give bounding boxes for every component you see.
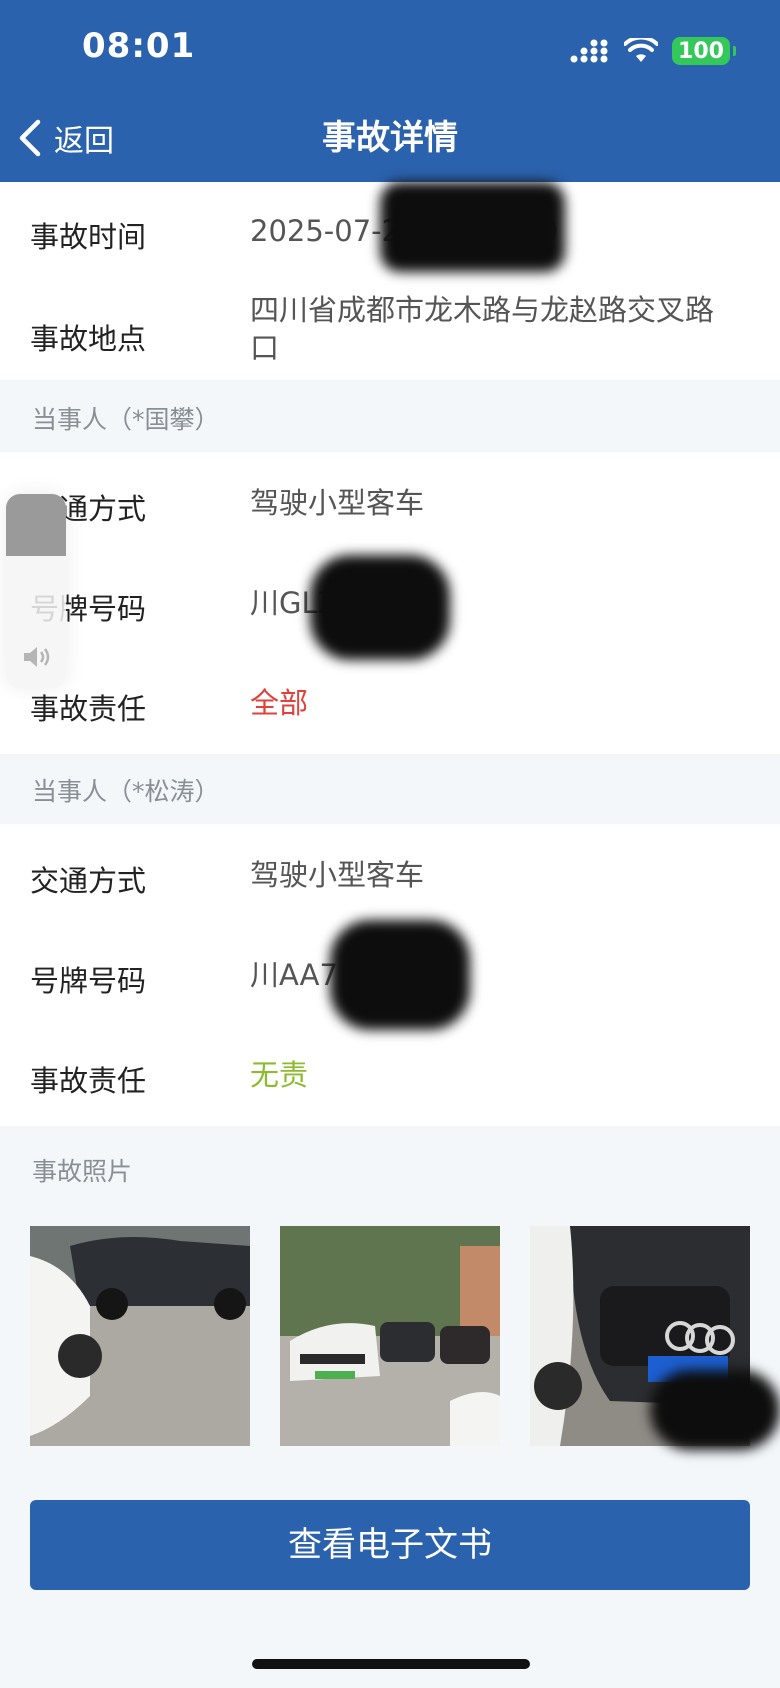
party-2-plate-value: 川AA7	[250, 958, 338, 992]
accident-photos	[30, 1226, 750, 1446]
party-2-transport-label: 交通方式	[30, 864, 147, 898]
party-2-responsibility-row: 事故责任 无责	[0, 1024, 780, 1124]
party-1-responsibility-row: 事故责任 全部	[0, 652, 780, 752]
party-2-responsibility-value: 无责	[250, 1058, 309, 1092]
party-2-transport-value: 驾驶小型客车	[250, 858, 425, 892]
volume-level-fill	[6, 494, 66, 557]
party-2-header: 当事人（*松涛）	[0, 754, 780, 824]
photos-header-text: 事故照片	[32, 1157, 133, 1186]
app-header: 08:01 100 返回 事故详情	[0, 0, 780, 182]
view-document-button[interactable]: 查看电子文书	[30, 1500, 750, 1590]
accident-time-label: 事故时间	[30, 220, 147, 254]
party-1-responsibility-value: 全部	[250, 686, 309, 720]
home-indicator[interactable]	[252, 1659, 530, 1669]
page-title: 事故详情	[322, 118, 458, 158]
redaction-mark-photo	[650, 1370, 780, 1450]
party-1-transport-row: 交通方式 驾驶小型客车	[0, 452, 780, 552]
redaction-mark-plate-2	[330, 920, 470, 1030]
party-2-header-text: 当事人（*松涛）	[32, 777, 220, 806]
accident-location-value: 四川省成都市龙木路与龙赵路交叉路口	[250, 293, 715, 365]
party-2-responsibility-label: 事故责任	[30, 1064, 147, 1098]
battery-indicator: 100	[672, 37, 736, 65]
party-1-responsibility-label: 事故责任	[30, 692, 147, 726]
cellular-signal-icon	[570, 39, 608, 63]
party-1-header: 当事人（*国攀）	[0, 382, 780, 452]
party-1-transport-value: 驾驶小型客车	[250, 486, 425, 520]
speaker-icon	[24, 647, 50, 667]
accident-location-label: 事故地点	[30, 322, 147, 356]
wifi-icon	[624, 38, 658, 62]
party-2-transport-row: 交通方式 驾驶小型客车	[0, 824, 780, 924]
status-icons: 100	[570, 34, 736, 68]
status-time: 08:01	[82, 26, 196, 66]
accident-photo-1[interactable]	[30, 1226, 250, 1446]
volume-hud[interactable]	[6, 494, 66, 688]
accident-photo-2[interactable]	[280, 1226, 500, 1446]
party-2-plate-label: 号牌号码	[30, 964, 147, 998]
photos-header: 事故照片	[0, 1134, 780, 1204]
accident-location-row: 事故地点 四川省成都市龙木路与龙赵路交叉路口	[0, 282, 780, 380]
redaction-mark-time	[380, 182, 565, 272]
party-1-header-text: 当事人（*国攀）	[32, 405, 220, 434]
redaction-mark-plate-1	[310, 555, 450, 660]
